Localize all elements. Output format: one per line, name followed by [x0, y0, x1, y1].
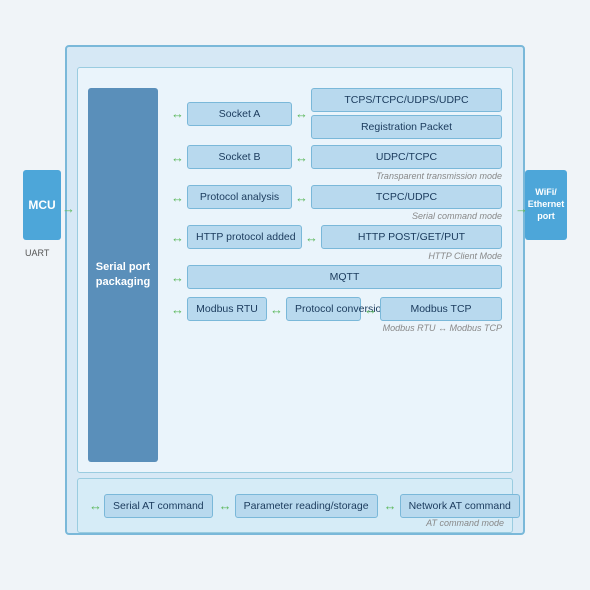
socket-b-box: Socket B — [187, 145, 292, 169]
protocol-row-wrapper: ↔ Protocol analysis ↔ TCPC/UDPC Serial c… — [168, 185, 502, 209]
http-row: ↔ HTTP protocol added ↔ HTTP POST/GET/PU… — [168, 225, 502, 249]
protocol-analysis-box: Protocol analysis — [187, 185, 292, 209]
registration-packet-box: Registration Packet — [311, 115, 502, 139]
arrow-4: ↔ — [295, 150, 308, 165]
socket-a-box: Socket A — [187, 102, 292, 126]
arrow-1: ↔ — [171, 106, 184, 121]
arrow-5: ↔ — [171, 190, 184, 205]
tcps-box: TCPS/TCPC/UDPS/UDPC — [311, 88, 502, 112]
wifi-block: WiFi/Ethernetport — [525, 170, 567, 240]
arrow-3: ↔ — [171, 150, 184, 165]
arrow-8: ↔ — [305, 230, 318, 245]
mqtt-row: ↔ MQTT — [168, 265, 502, 289]
arrow-9: ↔ — [171, 270, 184, 285]
arrow-15: ↔ — [384, 498, 397, 513]
arrow-13: ↔ — [89, 498, 102, 513]
udpc-tcpc-box: UDPC/TCPC — [311, 145, 502, 169]
param-reading-box: Parameter reading/storage — [235, 494, 378, 518]
socket-b-row-wrapper: ↔ Socket B ↔ UDPC/TCPC Transparent trans… — [168, 145, 502, 169]
arrow-7: ↔ — [171, 230, 184, 245]
modbus-tcp-box: Modbus TCP — [380, 297, 502, 321]
transparent-mode-label: Transparent transmission mode — [376, 171, 502, 181]
mcu-block: MCU — [23, 170, 61, 240]
arrow-12: ↔ — [364, 302, 377, 317]
at-command-mode-label: AT command mode — [426, 518, 504, 528]
arrow-11: ↔ — [270, 302, 283, 317]
tcpc-udpc-box: TCPC/UDPC — [311, 185, 502, 209]
arrow-2: ↔ — [295, 106, 308, 121]
arrow-6: ↔ — [295, 190, 308, 205]
modbus-row: ↔ Modbus RTU ↔ Protocol conversion ↔ Mod… — [168, 297, 502, 321]
socket-b-row: ↔ Socket B ↔ UDPC/TCPC — [168, 145, 502, 169]
modbus-rtu-box: Modbus RTU — [187, 297, 267, 321]
bottom-at-row: ↔ Serial AT command ↔ Parameter reading/… — [77, 478, 513, 533]
architecture-diagram: Serial port packaging ↔ Socket A ↔ — [15, 15, 575, 575]
uart-label: UART — [25, 248, 49, 258]
http-post-box: HTTP POST/GET/PUT — [321, 225, 502, 249]
mqtt-box: MQTT — [187, 265, 502, 289]
socket-a-row: ↔ Socket A ↔ TCPS/TCPC/UDPS/UDPC Registr… — [168, 88, 502, 139]
inner-container: Serial port packaging ↔ Socket A ↔ — [77, 67, 513, 473]
modbus-row-wrapper: ↔ Modbus RTU ↔ Protocol conversion ↔ Mod… — [168, 297, 502, 321]
http-client-mode-label: HTTP Client Mode — [428, 251, 502, 261]
network-at-box: Network AT command — [400, 494, 520, 518]
arrow-14: ↔ — [219, 498, 232, 513]
http-protocol-box: HTTP protocol added — [187, 225, 302, 249]
arrow-10: ↔ — [171, 302, 184, 317]
socket-a-row-wrapper: ↔ Socket A ↔ TCPS/TCPC/UDPS/UDPC Registr… — [168, 88, 502, 139]
serial-port-block: Serial port packaging — [88, 88, 158, 462]
outer-container: Serial port packaging ↔ Socket A ↔ — [65, 45, 525, 535]
http-row-wrapper: ↔ HTTP protocol added ↔ HTTP POST/GET/PU… — [168, 225, 502, 249]
mcu-arrow: → — [62, 201, 75, 216]
serial-command-mode-label: Serial command mode — [412, 211, 502, 221]
serial-at-box: Serial AT command — [104, 494, 213, 518]
mqtt-row-wrapper: ↔ MQTT — [168, 265, 502, 289]
rows-area: ↔ Socket A ↔ TCPS/TCPC/UDPS/UDPC Registr… — [168, 88, 502, 462]
wifi-arrow: → — [515, 201, 528, 216]
protocol-row: ↔ Protocol analysis ↔ TCPC/UDPC — [168, 185, 502, 209]
modbus-mode-label: Modbus RTU ↔ Modbus TCP — [383, 323, 502, 333]
protocol-conversion-box: Protocol conversion — [286, 297, 361, 321]
